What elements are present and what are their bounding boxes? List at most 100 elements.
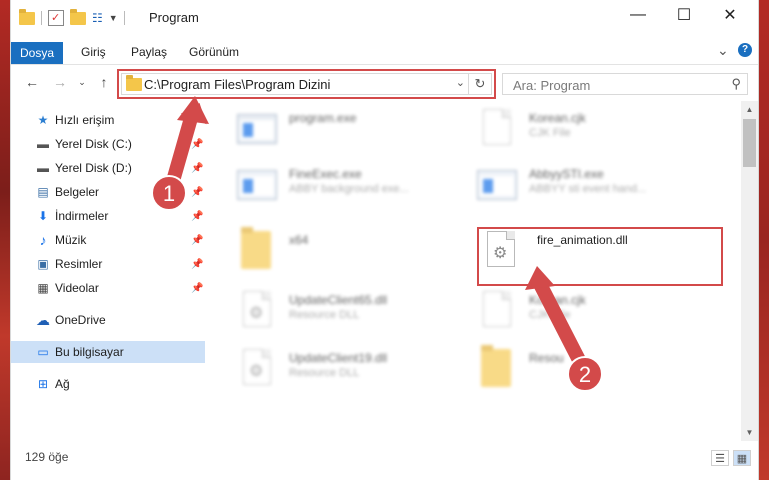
exe-icon — [237, 109, 277, 149]
navigation-bar: ← → ⌄ ↑ C:\Program Files\Program Dizini … — [11, 65, 758, 101]
file-item[interactable]: Korean.cjk CJK File — [477, 287, 707, 335]
vertical-scrollbar[interactable]: ▲ ▼ — [741, 101, 758, 441]
pin-icon[interactable]: 📌 — [191, 235, 203, 246]
sidebar-item-local-disk-c[interactable]: ▬ Yerel Disk (C:) 📌 — [11, 133, 205, 155]
file-item[interactable]: Resou — [477, 345, 707, 393]
close-button[interactable]: ✕ — [707, 0, 753, 30]
minimize-button[interactable]: — — [615, 0, 661, 30]
pin-icon[interactable]: 📌 — [191, 211, 203, 222]
sidebar-item-music[interactable]: ♪ Müzik 📌 — [11, 229, 205, 251]
sidebar-item-videos[interactable]: ▦ Videolar 📌 — [11, 277, 205, 299]
file-name: AbbyySTI.exe — [529, 167, 604, 181]
document-icon — [477, 291, 517, 331]
computer-icon: ▭ — [37, 345, 49, 359]
sidebar-item-label: Belgeler — [55, 185, 100, 199]
sidebar-item-label: İndirmeler — [55, 209, 109, 223]
file-highlight-box — [477, 227, 723, 286]
separator — [41, 11, 42, 25]
item-count: 129 öğe — [25, 450, 69, 464]
tab-home[interactable]: Giriş — [71, 41, 116, 63]
view-options-icon[interactable]: ☷ — [92, 11, 103, 25]
title-bar: ✓ ☷ ▼ Program — ☐ ✕ — [11, 0, 758, 36]
file-item[interactable]: AbbyySTI.exe ABBYY sti event hand... — [477, 161, 707, 209]
sidebar-item-this-pc[interactable]: ▭ Bu bilgisayar — [11, 341, 205, 363]
file-item[interactable]: Korean.cjk CJK File — [477, 105, 707, 153]
sidebar-item-network[interactable]: ⊞ Ağ — [11, 373, 205, 395]
pin-icon[interactable]: 📌 — [191, 139, 203, 150]
dll-icon: ⚙ — [237, 291, 277, 331]
pin-icon[interactable]: 📌 — [191, 259, 203, 270]
tab-view[interactable]: Görünüm — [179, 41, 249, 63]
sidebar-item-label: Müzik — [55, 233, 87, 247]
sidebar-item-downloads[interactable]: ⬇ İndirmeler 📌 — [11, 205, 205, 227]
file-item[interactable]: program.exe — [237, 105, 467, 153]
cloud-icon: ☁ — [36, 311, 50, 328]
help-icon[interactable]: ? — [738, 43, 752, 57]
sidebar-item-quick-access[interactable]: ★ Hızlı erişim — [11, 109, 205, 131]
search-icon[interactable]: ⚲ — [731, 76, 741, 92]
search-input[interactable] — [511, 75, 715, 95]
file-description: Resource DLL — [289, 309, 360, 321]
chevron-down-icon[interactable]: ▼ — [109, 13, 118, 23]
drive-icon: ▬ — [37, 161, 49, 175]
tab-file[interactable]: Dosya — [11, 42, 63, 64]
scroll-up-icon[interactable]: ▲ — [741, 101, 758, 118]
dll-icon: ⚙ — [237, 349, 277, 389]
file-description: Resource DLL — [289, 367, 360, 379]
search-box[interactable]: ⚲ — [502, 73, 748, 95]
large-icons-view-icon[interactable]: ▦ — [733, 450, 751, 466]
exe-icon — [477, 165, 517, 205]
file-name: Korean.cjk — [529, 293, 586, 307]
pin-icon[interactable]: 📌 — [191, 283, 203, 294]
pin-icon[interactable]: 📌 — [191, 187, 203, 198]
file-item[interactable]: x64 — [237, 227, 467, 275]
back-arrow-icon: ← — [25, 74, 39, 90]
file-item[interactable]: ⚙ UpdateClient65.dll Resource DLL — [237, 287, 467, 335]
file-item[interactable]: FineExec.exe ABBY background exe... — [237, 161, 467, 209]
ribbon-collapse-icon[interactable]: ⌄ — [717, 42, 729, 59]
tab-share[interactable]: Paylaş — [121, 41, 177, 63]
properties-icon[interactable]: ✓ — [48, 10, 64, 26]
status-bar: 129 öğe ☰ ▦ — [11, 441, 760, 480]
network-icon: ⊞ — [37, 377, 49, 391]
chevron-down-icon: ⌄ — [78, 76, 86, 87]
close-icon: ✕ — [723, 7, 737, 24]
file-description: ABBY background exe... — [289, 183, 409, 195]
sidebar-item-label: OneDrive — [55, 313, 106, 327]
navigation-pane: ★ Hızlı erişim ▬ Yerel Disk (C:) 📌 ▬ Yer… — [11, 101, 205, 441]
sidebar-item-label: Yerel Disk (D:) — [55, 161, 132, 175]
up-button[interactable]: ↑ — [95, 73, 113, 91]
recent-locations-button[interactable]: ⌄ — [73, 73, 91, 91]
drive-icon: ▬ — [37, 137, 49, 151]
details-view-icon[interactable]: ☰ — [711, 450, 729, 466]
sidebar-item-pictures[interactable]: ▣ Resimler 📌 — [11, 253, 205, 275]
file-name: Resou — [529, 351, 564, 365]
file-description: CJK File — [529, 127, 571, 139]
folder-icon — [477, 345, 517, 389]
folder-icon — [19, 8, 35, 25]
separator — [123, 11, 125, 25]
up-arrow-icon: ↑ — [100, 74, 108, 90]
minimize-icon: — — [630, 6, 646, 23]
scroll-down-icon[interactable]: ▼ — [741, 424, 758, 441]
sidebar-item-documents[interactable]: ▤ Belgeler 📌 — [11, 181, 205, 203]
sidebar-item-label: Videolar — [55, 281, 99, 295]
scrollbar-thumb[interactable] — [743, 119, 756, 167]
forward-button[interactable]: → — [51, 73, 69, 91]
pin-icon[interactable]: 📌 — [191, 163, 203, 174]
pictures-icon: ▣ — [37, 257, 49, 271]
video-icon: ▦ — [37, 281, 49, 295]
sidebar-item-onedrive[interactable]: ☁ OneDrive — [11, 309, 205, 331]
back-button[interactable]: ← — [23, 73, 41, 91]
sidebar-item-label: Yerel Disk (C:) — [55, 137, 132, 151]
sidebar-item-label: Resimler — [55, 257, 103, 271]
file-description: ABBYY sti event hand... — [529, 183, 647, 195]
document-icon — [477, 109, 517, 149]
sidebar-item-label: Hızlı erişim — [55, 113, 115, 127]
window-title: Program — [149, 10, 199, 25]
maximize-button[interactable]: ☐ — [661, 0, 707, 30]
sidebar-item-local-disk-d[interactable]: ▬ Yerel Disk (D:) 📌 — [11, 157, 205, 179]
new-folder-icon[interactable] — [70, 8, 86, 25]
file-name: FineExec.exe — [289, 167, 362, 181]
file-item[interactable]: ⚙ UpdateClient19.dll Resource DLL — [237, 345, 467, 393]
